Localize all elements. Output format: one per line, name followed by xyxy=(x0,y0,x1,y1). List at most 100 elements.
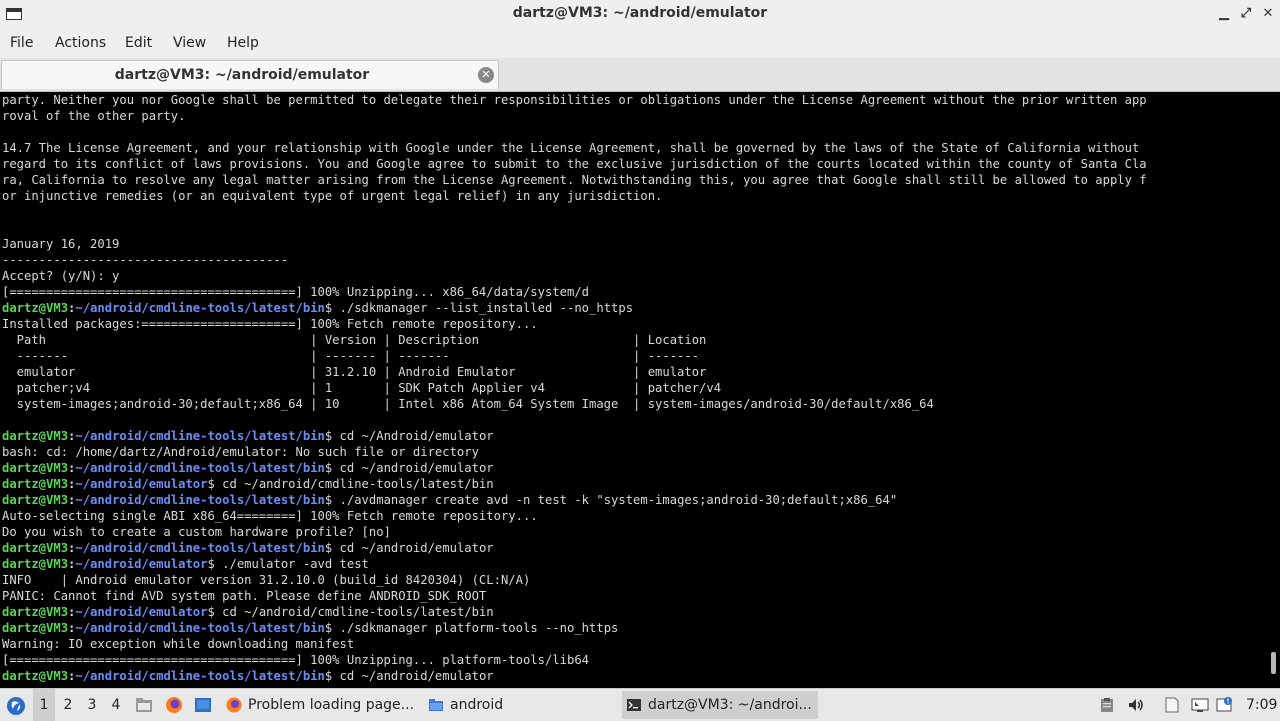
prompt-user: dartz@VM3 xyxy=(2,669,69,683)
task-file-manager[interactable]: android xyxy=(424,691,614,719)
terminal-output-line: Warning: IO exception while downloading … xyxy=(2,636,1264,652)
command-text: $ cd ~/android/cmdline-tools/latest/bin xyxy=(207,477,494,491)
prompt-path: ~/android/cmdline-tools/latest/bin xyxy=(75,541,325,555)
output-text: 14.7 The License Agreement, and your rel… xyxy=(2,141,1140,155)
menu-actions[interactable]: Actions xyxy=(55,35,106,51)
maximize-icon[interactable]: ⤢ xyxy=(1238,6,1254,22)
desktop-launcher-icon[interactable] xyxy=(194,697,212,713)
menu-help[interactable]: Help xyxy=(227,35,259,51)
terminal-output-line: ------- | ------- | ------- | ------- xyxy=(2,348,1264,364)
prompt-path: ~/android/cmdline-tools/latest/bin xyxy=(75,493,325,507)
prompt-user: dartz@VM3 xyxy=(2,621,69,635)
menu-file[interactable]: File xyxy=(10,35,33,51)
output-text: patcher;v4 | 1 | SDK Patch Applier v4 | … xyxy=(2,381,722,395)
workspace-2[interactable]: 2 xyxy=(57,689,79,721)
prompt-user: dartz@VM3 xyxy=(2,605,69,619)
terminal-output-line: emulator | 31.2.10 | Android Emulator | … xyxy=(2,364,1264,380)
command-text: $ ./sdkmanager --list_installed --no_htt… xyxy=(324,301,634,315)
menu-view[interactable]: View xyxy=(173,35,206,51)
terminal-output-line: Do you wish to create a custom hardware … xyxy=(2,524,1264,540)
file-manager-launcher-icon[interactable] xyxy=(135,697,153,713)
output-text: [=======================================… xyxy=(2,653,589,667)
prompt-path: ~/android/cmdline-tools/latest/bin xyxy=(75,301,325,315)
terminal-output-line: system-images;android-30;default;x86_64 … xyxy=(2,396,1264,412)
volume-icon[interactable] xyxy=(1127,697,1145,713)
tab-close-icon[interactable]: ✕ xyxy=(478,67,494,83)
output-text: January 16, 2019 xyxy=(2,237,120,251)
tab-label: dartz@VM3: ~/android/emulator xyxy=(114,67,370,83)
firefox-launcher-icon[interactable] xyxy=(165,696,183,714)
terminal-prompt-line: dartz@VM3:~/android/cmdline-tools/latest… xyxy=(2,620,1264,636)
start-menu-icon[interactable] xyxy=(6,696,26,716)
terminal-tab[interactable]: dartz@VM3: ~/android/emulator ✕ xyxy=(1,60,499,89)
output-text: or injunctive remedies (or an equivalent… xyxy=(2,189,663,203)
output-text: Warning: IO exception while downloading … xyxy=(2,637,355,651)
terminal-output-line: [=======================================… xyxy=(2,652,1264,668)
notes-tray-icon[interactable] xyxy=(1163,697,1181,713)
command-text: $ cd ~/android/emulator xyxy=(324,461,494,475)
terminal-output-line: patcher;v4 | 1 | SDK Patch Applier v4 | … xyxy=(2,380,1264,396)
terminal-prompt-line: dartz@VM3:~/android/emulator$ cd ~/andro… xyxy=(2,476,1264,492)
output-text: Accept? (y/N): y xyxy=(2,269,120,283)
workspace-1[interactable]: 1 xyxy=(33,689,55,721)
terminal-output-line: PANIC: Cannot find AVD system path. Plea… xyxy=(2,588,1264,604)
taskbar: 1 2 3 4 Problem loading page... android xyxy=(0,688,1280,721)
output-text: system-images;android-30;default;x86_64 … xyxy=(2,397,934,411)
output-text: --------------------------------------- xyxy=(2,253,289,267)
terminal-output-line: January 16, 2019 xyxy=(2,236,1264,252)
terminal-prompt-line: dartz@VM3:~/android/emulator$ ./emulator… xyxy=(2,556,1264,572)
terminal-output[interactable]: party. Neither you nor Google shall be p… xyxy=(0,92,1280,686)
terminal-prompt-line: dartz@VM3:~/android/cmdline-tools/latest… xyxy=(2,300,1264,316)
terminal-output-line: INFO | Android emulator version 31.2.10.… xyxy=(2,572,1264,588)
workspace-3[interactable]: 3 xyxy=(81,689,103,721)
terminal-output-line: roval of the other party. xyxy=(2,108,1264,124)
network-tray-icon[interactable] xyxy=(1191,697,1209,713)
task-terminal[interactable]: dartz@VM3: ~/androi... xyxy=(622,691,818,719)
update-notification-icon[interactable] xyxy=(1216,697,1234,713)
output-text: [=======================================… xyxy=(2,285,589,299)
output-text: ------- | ------- | ------- | ------- xyxy=(2,349,700,363)
close-window-icon[interactable]: ✕ xyxy=(1260,6,1276,22)
terminal-icon xyxy=(627,699,641,711)
minimize-icon[interactable]: ▁ xyxy=(1216,6,1232,22)
output-text: party. Neither you nor Google shall be p… xyxy=(2,93,1147,107)
command-text: $ cd ~/android/cmdline-tools/latest/bin xyxy=(207,605,494,619)
prompt-user: dartz@VM3 xyxy=(2,557,69,571)
menu-edit[interactable]: Edit xyxy=(125,35,152,51)
clock[interactable]: 7:09 xyxy=(1246,689,1277,721)
terminal-output-line: Path | Version | Description | Location xyxy=(2,332,1264,348)
terminal-output-line: regard to its conflict of laws provision… xyxy=(2,156,1264,172)
terminal-output-line: Accept? (y/N): y xyxy=(2,268,1264,284)
prompt-user: dartz@VM3 xyxy=(2,429,69,443)
prompt-user: dartz@VM3 xyxy=(2,541,69,555)
prompt-path: ~/android/cmdline-tools/latest/bin xyxy=(75,461,325,475)
terminal-prompt-line: dartz@VM3:~/android/cmdline-tools/latest… xyxy=(2,668,1264,684)
output-text: ra, California to resolve any legal matt… xyxy=(2,173,1147,187)
terminal-prompt-line: dartz@VM3:~/android/cmdline-tools/latest… xyxy=(2,460,1264,476)
terminal-output-line: ra, California to resolve any legal matt… xyxy=(2,172,1264,188)
output-text: Do you wish to create a custom hardware … xyxy=(2,525,391,539)
output-text: PANIC: Cannot find AVD system path. Plea… xyxy=(2,589,487,603)
terminal-prompt-line: dartz@VM3:~/android/cmdline-tools/latest… xyxy=(2,540,1264,556)
task-terminal-label: dartz@VM3: ~/androi... xyxy=(648,697,812,713)
prompt-user: dartz@VM3 xyxy=(2,461,69,475)
command-text: $ cd ~/Android/emulator xyxy=(324,429,494,443)
task-firefox[interactable]: Problem loading page... xyxy=(222,691,418,719)
window-titlebar[interactable]: dartz@VM3: ~/android/emulator ▁ ⤢ ✕ xyxy=(0,0,1280,30)
clipboard-tray-icon[interactable] xyxy=(1098,697,1116,713)
menu-bar: File Actions Edit View Help xyxy=(0,29,1280,58)
output-text: Path | Version | Description | Location xyxy=(2,333,707,347)
firefox-icon xyxy=(226,697,242,713)
prompt-path: ~/android/emulator xyxy=(75,557,208,571)
workspace-4[interactable]: 4 xyxy=(105,689,127,721)
prompt-path: ~/android/cmdline-tools/latest/bin xyxy=(75,621,325,635)
terminal-scrollbar[interactable] xyxy=(1271,652,1276,674)
terminal-output-line: party. Neither you nor Google shall be p… xyxy=(2,92,1264,108)
prompt-path: ~/android/emulator xyxy=(75,477,208,491)
terminal-output-line: or injunctive remedies (or an equivalent… xyxy=(2,188,1264,204)
command-text: $ cd ~/android/emulator xyxy=(324,669,494,683)
